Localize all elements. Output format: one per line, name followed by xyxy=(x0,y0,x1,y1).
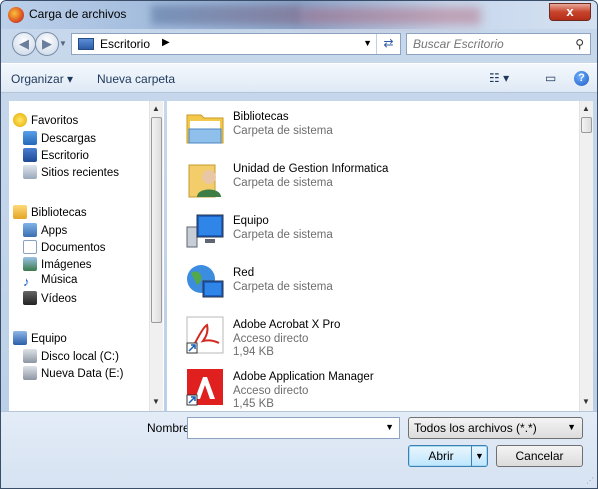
computer-icon xyxy=(13,331,27,345)
file-item[interactable]: Red Carpeta de sistema xyxy=(167,257,567,309)
network-icon xyxy=(185,263,225,303)
help-icon[interactable]: ? xyxy=(574,71,589,86)
nav-local-disk-c[interactable]: Disco local (C:) xyxy=(23,349,119,363)
file-type-value: Todos los archivos (*.*) xyxy=(414,421,537,435)
chevron-down-icon[interactable]: ▼ xyxy=(385,422,394,432)
search-input[interactable] xyxy=(413,37,563,51)
acrobat-icon xyxy=(185,315,225,355)
star-icon xyxy=(13,113,27,127)
nav-data-e[interactable]: Nueva Data (E:) xyxy=(23,366,123,380)
nav-downloads[interactable]: Descargas xyxy=(23,131,96,145)
navigation-scrollbar[interactable]: ▲ ▼ xyxy=(149,101,163,411)
nav-desktop[interactable]: Escritorio xyxy=(23,148,89,162)
address-bar[interactable]: Escritorio ▶ ▼ ⇄ xyxy=(71,33,401,55)
firefox-icon xyxy=(8,7,24,23)
open-options-icon[interactable]: ▼ xyxy=(471,446,487,466)
organize-button[interactable]: Organizar ▾ xyxy=(11,72,73,86)
file-list-scrollbar[interactable]: ▲ ▼ xyxy=(579,101,593,411)
open-button-label: Abrir xyxy=(428,449,454,463)
file-item[interactable]: Adobe Application Manager Acceso directo… xyxy=(167,361,567,411)
view-options-icon[interactable]: ☷ ▾ xyxy=(489,71,509,85)
scroll-up-icon[interactable]: ▲ xyxy=(152,104,160,113)
filename-field[interactable]: ▼ xyxy=(187,417,400,439)
libraries-icon xyxy=(13,205,27,219)
search-icon[interactable]: ⚲ xyxy=(575,37,584,51)
search-box[interactable]: ⚲ xyxy=(406,33,591,55)
documents-icon xyxy=(23,240,37,254)
file-item[interactable]: Adobe Acrobat X Pro Acceso directo 1,94 … xyxy=(167,309,567,361)
scroll-up-icon[interactable]: ▲ xyxy=(582,104,590,113)
drive-icon xyxy=(23,366,37,380)
file-upload-dialog: Carga de archivos x ◀ ▶ ▼ Escritorio ▶ ▼… xyxy=(0,0,598,489)
open-button[interactable]: Abrir ▼ xyxy=(408,445,488,467)
file-item[interactable]: Equipo Carpeta de sistema xyxy=(167,205,567,257)
desktop-folder-icon xyxy=(78,38,94,50)
libraries-icon xyxy=(185,107,225,147)
filename-input[interactable] xyxy=(192,419,372,437)
close-button[interactable]: x xyxy=(549,3,591,21)
nav-computer[interactable]: Equipo xyxy=(13,331,67,345)
window-title: Carga de archivos xyxy=(29,7,127,21)
file-item[interactable]: Unidad de Gestion Informatica Carpeta de… xyxy=(167,153,567,205)
nav-favorites[interactable]: Favoritos xyxy=(13,113,78,127)
nav-videos[interactable]: Vídeos xyxy=(23,291,77,305)
nav-documents[interactable]: Documentos xyxy=(23,240,106,254)
resize-grip-icon[interactable]: ⋰ xyxy=(586,476,594,485)
forward-button[interactable]: ▶ xyxy=(35,32,59,56)
nav-apps[interactable]: Apps xyxy=(23,223,67,237)
nav-recent-places[interactable]: Sitios recientes xyxy=(23,165,119,179)
chevron-down-icon[interactable]: ▼ xyxy=(567,422,576,432)
address-location[interactable]: Escritorio xyxy=(100,37,150,51)
scroll-down-icon[interactable]: ▼ xyxy=(582,397,590,406)
scroll-thumb[interactable] xyxy=(581,117,592,133)
chevron-right-icon[interactable]: ▶ xyxy=(162,37,170,48)
drive-icon xyxy=(23,349,37,363)
command-toolbar: Organizar ▾ Nueva carpeta ☷ ▾ ▭ ? xyxy=(1,63,597,93)
nav-pictures[interactable]: Imágenes xyxy=(23,257,92,271)
file-type-select[interactable]: Todos los archivos (*.*) ▼ xyxy=(408,417,583,439)
nav-libraries[interactable]: Bibliotecas xyxy=(13,205,87,219)
navigation-pane: Favoritos Descargas Escritorio Sitios re… xyxy=(9,101,164,411)
chevron-down-icon[interactable]: ▼ xyxy=(363,38,372,48)
new-folder-button[interactable]: Nueva carpeta xyxy=(97,72,175,86)
file-item[interactable]: Bibliotecas Carpeta de sistema xyxy=(167,101,567,153)
cancel-button[interactable]: Cancelar xyxy=(496,445,583,467)
recent-places-icon xyxy=(23,165,37,179)
scroll-thumb[interactable] xyxy=(151,117,162,323)
back-button[interactable]: ◀ xyxy=(12,32,36,56)
adobe-app-manager-icon xyxy=(185,367,225,407)
computer-icon xyxy=(185,211,225,251)
downloads-icon xyxy=(23,131,37,145)
apps-icon xyxy=(23,223,37,237)
title-bar: Carga de archivos x xyxy=(1,1,597,29)
desktop-icon xyxy=(23,148,37,162)
pictures-icon xyxy=(23,257,37,271)
scroll-down-icon[interactable]: ▼ xyxy=(152,397,160,406)
refresh-icon[interactable]: ⇄ xyxy=(376,34,400,54)
recent-locations-icon[interactable]: ▼ xyxy=(59,39,67,48)
file-list: Bibliotecas Carpeta de sistema Unidad de… xyxy=(167,101,579,411)
videos-icon xyxy=(23,291,37,305)
user-folder-icon xyxy=(185,159,225,199)
music-icon: ♪ xyxy=(23,274,30,289)
nav-music[interactable]: ♪ Música xyxy=(23,274,77,289)
preview-pane-icon[interactable]: ▭ xyxy=(545,71,556,85)
